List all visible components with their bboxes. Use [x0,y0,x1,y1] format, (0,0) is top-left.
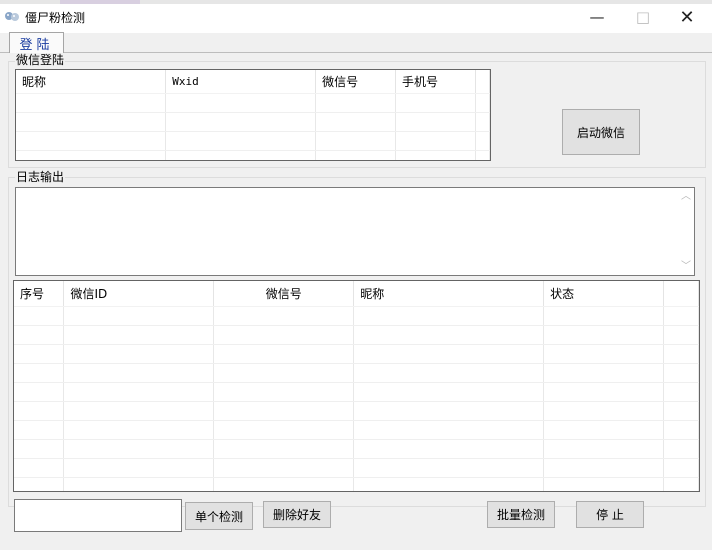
minimize-button[interactable]: — [574,4,620,30]
column-header-filler [663,281,699,307]
column-header-nickname[interactable]: 昵称 [353,281,545,307]
window-title: 僵尸粉检测 [25,11,86,25]
batch-check-button[interactable]: 批量检测 [487,501,555,528]
column-header-phone[interactable]: 手机号 [395,70,476,94]
top-strip-accent [60,0,140,4]
table-row[interactable] [14,306,699,326]
table-row[interactable] [14,420,699,440]
table-row[interactable] [14,363,699,383]
table-row[interactable] [14,344,699,364]
log-scrollbar[interactable]: ︿ ﹀ [677,188,694,275]
column-header-wechat-number[interactable]: 微信号 [315,70,397,94]
table-row[interactable] [16,112,490,132]
log-output-group-label: 日志输出 [15,170,66,184]
start-wechat-button[interactable]: 启动微信 [562,109,640,155]
single-check-button[interactable]: 单个检测 [185,502,253,530]
table-row[interactable] [14,477,699,491]
column-header-status[interactable]: 状态 [543,281,664,307]
table-row[interactable] [14,458,699,478]
delete-friend-button[interactable]: 删除好友 [263,501,331,528]
table-row[interactable] [14,382,699,402]
scroll-down-icon[interactable]: ﹀ [681,262,691,272]
wechat-account-table: 昵称 Wxid 微信号 手机号 [15,69,491,161]
tab-strip-divider [0,52,712,53]
table-row[interactable] [14,439,699,459]
table-row[interactable] [16,150,490,160]
table-header-row: 序号 微信ID 微信号 昵称 状态 [14,281,699,307]
table-header-row: 昵称 Wxid 微信号 手机号 [16,70,490,94]
tab-login[interactable]: 登陆 [9,32,64,53]
wechat-id-input[interactable] [14,499,182,532]
log-output-textarea[interactable]: ︿ ﹀ [15,187,695,276]
wechat-login-group-label: 微信登陆 [15,53,66,67]
column-header-nickname[interactable]: 昵称 [16,70,167,94]
table-row[interactable] [16,131,490,151]
column-header-index[interactable]: 序号 [14,281,65,307]
column-header-wechat-id[interactable]: 微信ID [63,281,215,307]
table-row[interactable] [16,93,490,113]
column-header-wxid[interactable]: Wxid [165,70,317,94]
column-header-wechat-number[interactable]: 微信号 [213,281,355,307]
app-icon [4,9,20,23]
results-table: 序号 微信ID 微信号 昵称 状态 [13,280,700,492]
maximize-button[interactable]: □ [620,4,666,30]
scroll-up-icon[interactable]: ︿ [681,192,691,202]
table-row[interactable] [14,401,699,421]
close-button[interactable]: ✕ [664,4,710,30]
column-header-filler [475,70,490,94]
table-row[interactable] [14,325,699,345]
stop-button[interactable]: 停 止 [576,501,644,528]
